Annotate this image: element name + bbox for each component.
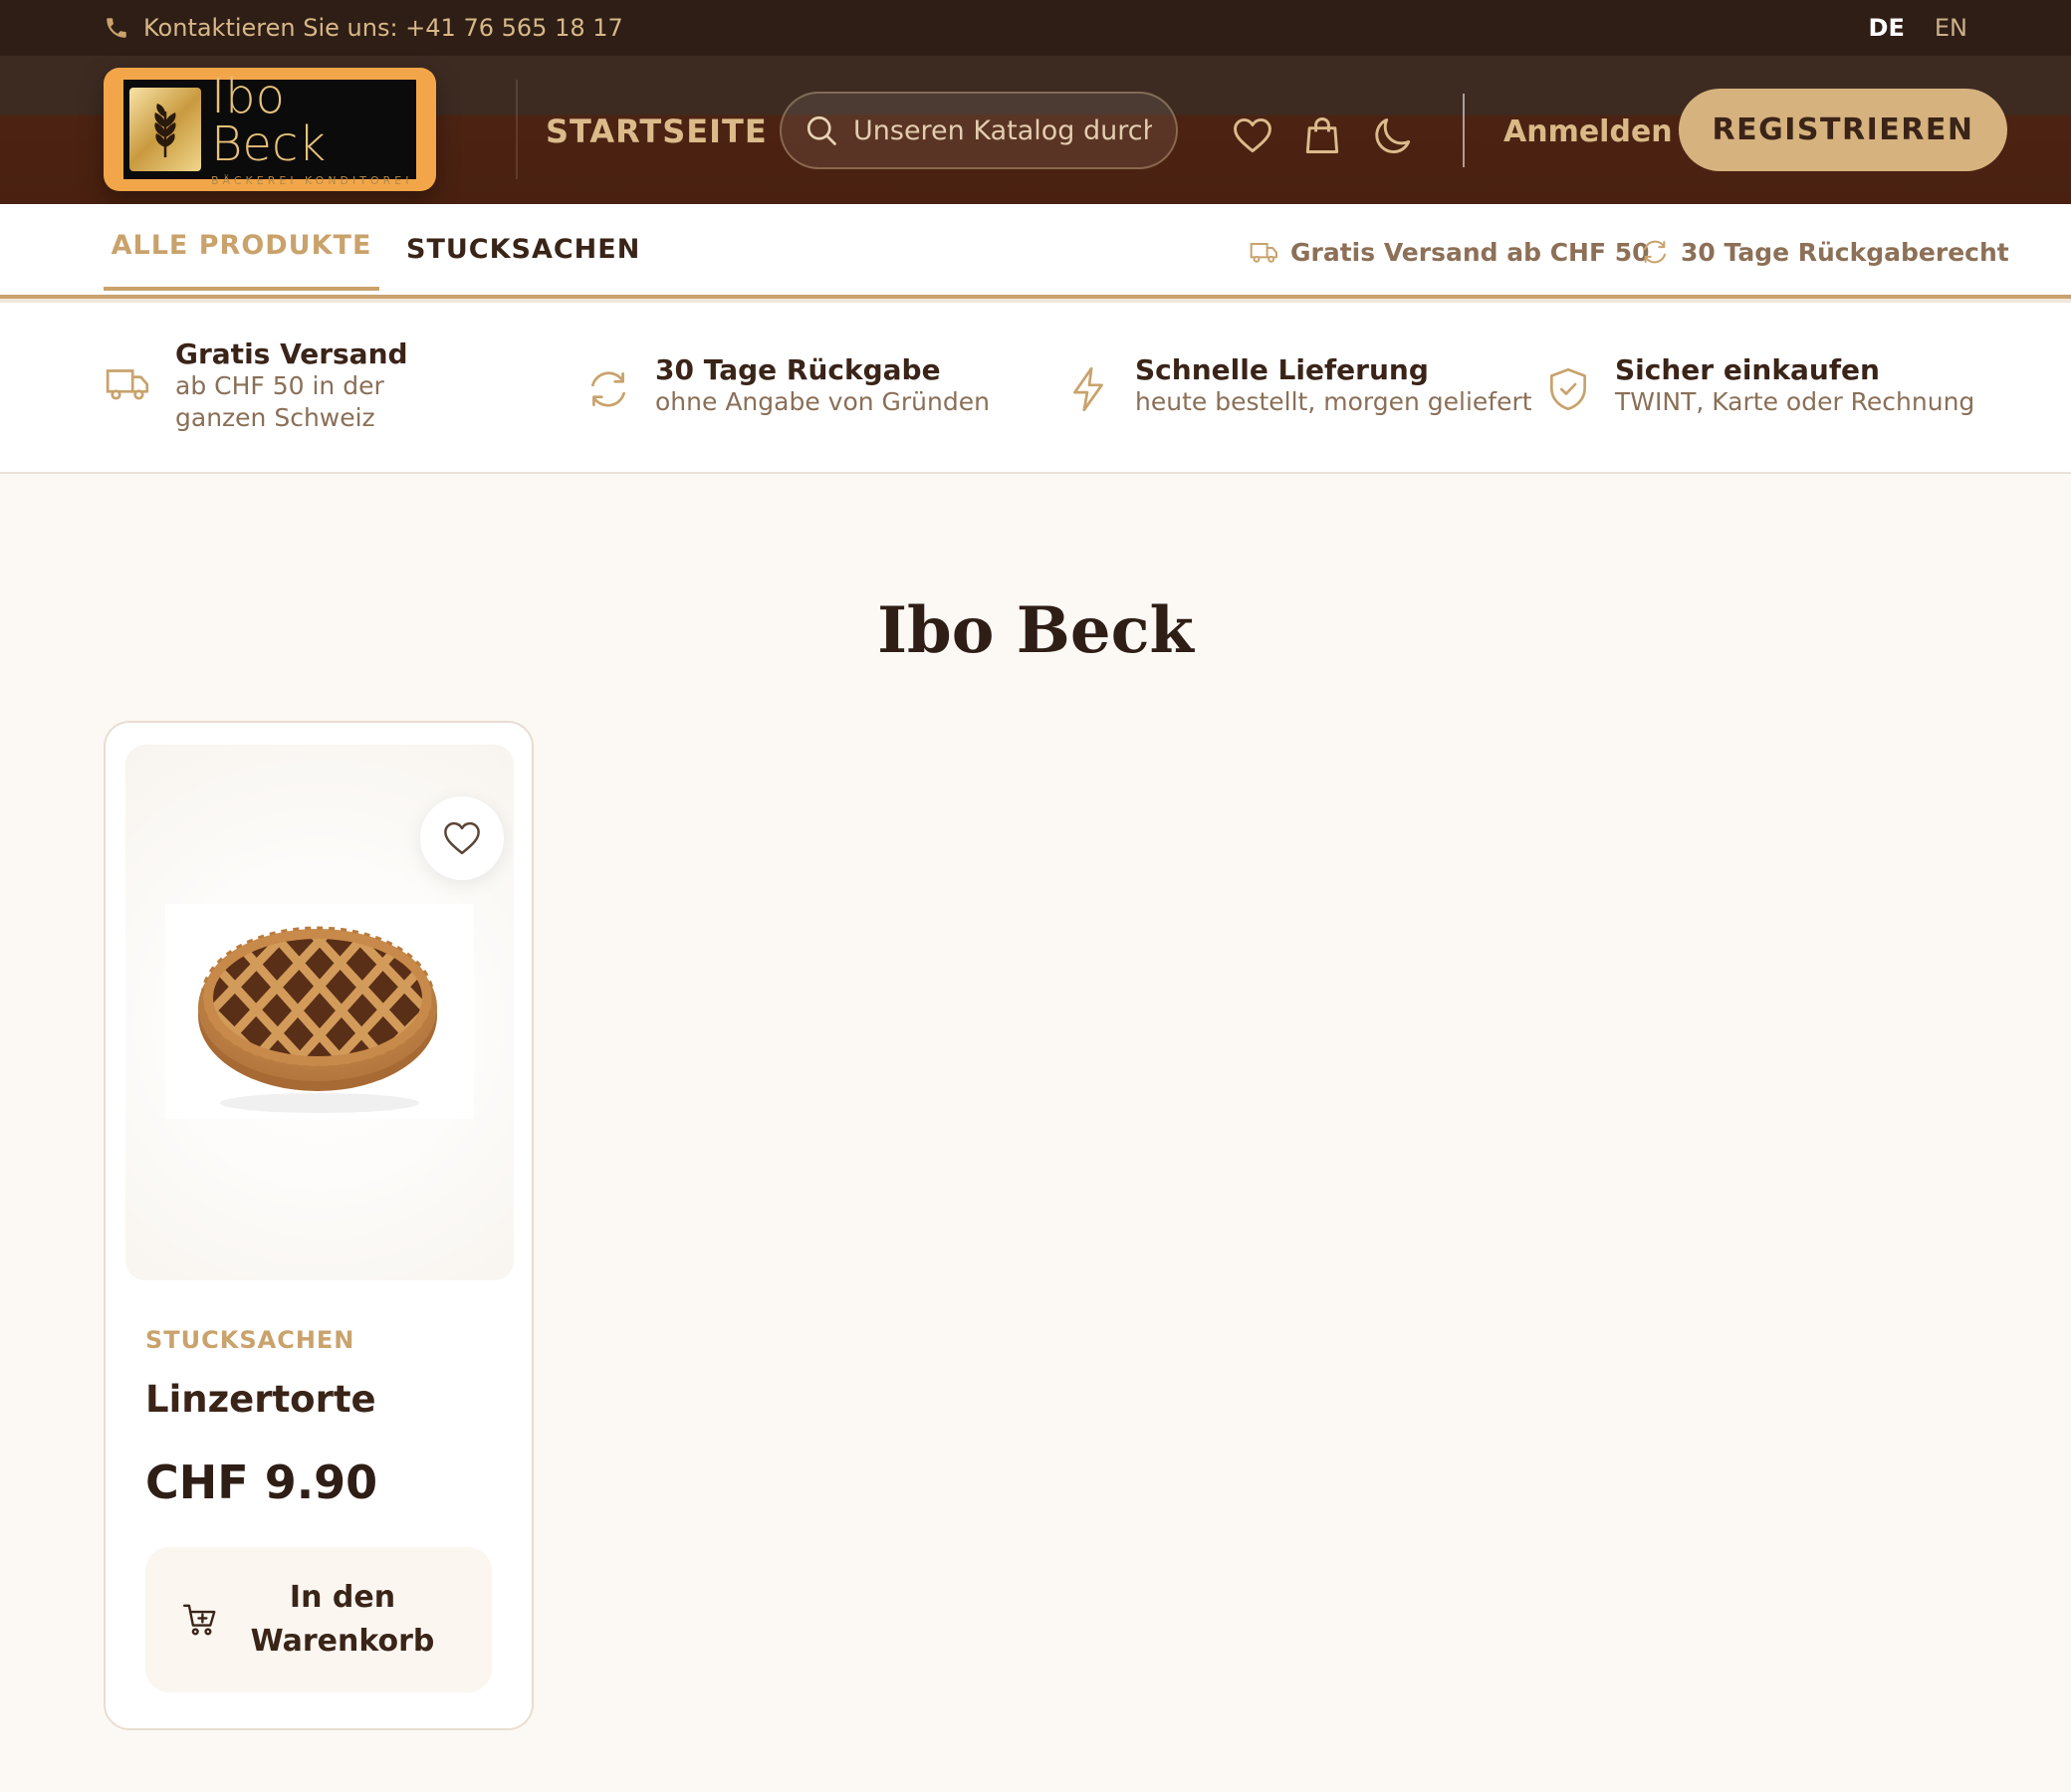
feature-subtitle: TWINT, Karte oder Rechnung <box>1615 387 1975 416</box>
feature-secure-shopping: Sicher einkaufen TWINT, Karte oder Rechn… <box>1543 354 1974 418</box>
nav-home-link[interactable]: STARTSEITE <box>546 112 768 151</box>
feature-text: Schnelle Lieferung heute bestellt, morge… <box>1135 354 1532 418</box>
contact-info[interactable]: Kontaktieren Sie uns: +41 76 565 18 17 <box>104 14 623 42</box>
wishlist-button[interactable] <box>1231 113 1274 157</box>
cart-plus-icon <box>182 1604 216 1636</box>
feature-returns: 30 Tage Rückgabe ohne Angabe von Gründen <box>583 354 990 418</box>
dark-mode-toggle[interactable] <box>1372 113 1416 157</box>
feature-fast-delivery: Schnelle Lieferung heute bestellt, morge… <box>1063 354 1532 418</box>
add-to-cart-button[interactable]: In den Warenkorb <box>145 1547 492 1692</box>
feature-title: Schnelle Lieferung <box>1135 353 1429 386</box>
perk-returns-label: 30 Tage Rückgaberecht <box>1681 237 2009 267</box>
cart-button[interactable] <box>1300 113 1344 157</box>
perk-returns: 30 Tage Rückgaberecht <box>1639 232 2009 272</box>
shield-check-icon <box>1549 367 1587 411</box>
favorite-button[interactable] <box>420 796 504 880</box>
product-card[interactable]: STUCKSACHEN Linzertorte CHF 9.90 In den … <box>104 721 534 1730</box>
main-header: Ibo Beck BÄCKEREI KONDITOREI STARTSEITE … <box>0 56 2071 204</box>
refresh-icon <box>1644 240 1666 264</box>
category-subnav: ALLE PRODUKTE STUCKSACHEN Gratis Versand… <box>0 204 2071 303</box>
top-bar: Kontaktieren Sie uns: +41 76 565 18 17 D… <box>0 0 2071 56</box>
feature-subtitle: ab CHF 50 in der ganzen Schweiz <box>175 371 384 432</box>
feature-subtitle: heute bestellt, morgen geliefert <box>1135 387 1532 416</box>
tart-image-area <box>165 904 474 1119</box>
shopping-bag-icon <box>1305 117 1339 153</box>
phone-icon <box>107 18 126 38</box>
search-input[interactable] <box>853 114 1152 146</box>
wheat-logo-icon <box>129 88 201 171</box>
feature-text: 30 Tage Rückgabe ohne Angabe von Gründen <box>655 354 990 418</box>
add-to-cart-label: In den Warenkorb <box>250 1580 435 1659</box>
logo-name: Ibo Beck <box>211 68 327 172</box>
search-bar[interactable] <box>780 92 1178 169</box>
contact-text: Kontaktieren Sie uns: +41 76 565 18 17 <box>143 14 623 42</box>
register-button[interactable]: REGISTRIEREN <box>1679 89 2007 171</box>
refresh-icon <box>591 371 625 407</box>
page-title: Ibo Beck <box>877 593 1194 668</box>
feature-title: 30 Tage Rückgabe <box>655 353 941 386</box>
tab-stucksachen[interactable]: STUCKSACHEN <box>406 204 640 295</box>
product-category[interactable]: STUCKSACHEN <box>145 1326 354 1354</box>
heart-icon <box>444 821 480 855</box>
heart-icon <box>1234 117 1271 153</box>
feature-title: Sicher einkaufen <box>1615 353 1880 386</box>
feature-text: Gratis Versand ab CHF 50 in der ganzen S… <box>175 338 474 434</box>
moon-icon <box>1375 117 1411 153</box>
search-icon <box>806 115 836 145</box>
lightning-icon <box>1073 366 1103 412</box>
header-divider-2 <box>1463 94 1465 167</box>
truck-icon <box>106 369 149 400</box>
lang-de[interactable]: DE <box>1869 14 1905 42</box>
feature-title: Gratis Versand <box>175 337 408 370</box>
login-link[interactable]: Anmelden <box>1503 112 1673 151</box>
linzertorte-image <box>198 926 437 1113</box>
feature-text: Sicher einkaufen TWINT, Karte oder Rechn… <box>1615 354 1974 418</box>
logo-tagline: BÄCKEREI KONDITOREI <box>211 173 413 187</box>
header-divider <box>516 80 518 179</box>
logo-texts: Ibo Beck BÄCKEREI KONDITOREI <box>211 73 412 187</box>
features-band: Gratis Versand ab CHF 50 in der ganzen S… <box>0 303 2071 474</box>
product-image[interactable] <box>125 745 514 1280</box>
product-price: CHF 9.90 <box>145 1456 378 1509</box>
feature-subtitle: ohne Angabe von Gründen <box>655 387 990 416</box>
tab-all-products[interactable]: ALLE PRODUKTE <box>104 204 379 291</box>
perk-free-shipping: Gratis Versand ab CHF 50 <box>1249 232 1650 272</box>
logo-inner: Ibo Beck BÄCKEREI KONDITOREI <box>123 73 416 187</box>
logo[interactable]: Ibo Beck BÄCKEREI KONDITOREI <box>104 68 436 191</box>
lang-en[interactable]: EN <box>1935 14 1967 42</box>
perk-free-shipping-label: Gratis Versand ab CHF 50 <box>1290 237 1650 267</box>
feature-free-shipping: Gratis Versand ab CHF 50 in der ganzen S… <box>104 338 502 434</box>
truck-icon <box>1250 243 1277 263</box>
product-name[interactable]: Linzertorte <box>145 1378 376 1421</box>
language-switcher: DE EN <box>1869 14 1967 42</box>
